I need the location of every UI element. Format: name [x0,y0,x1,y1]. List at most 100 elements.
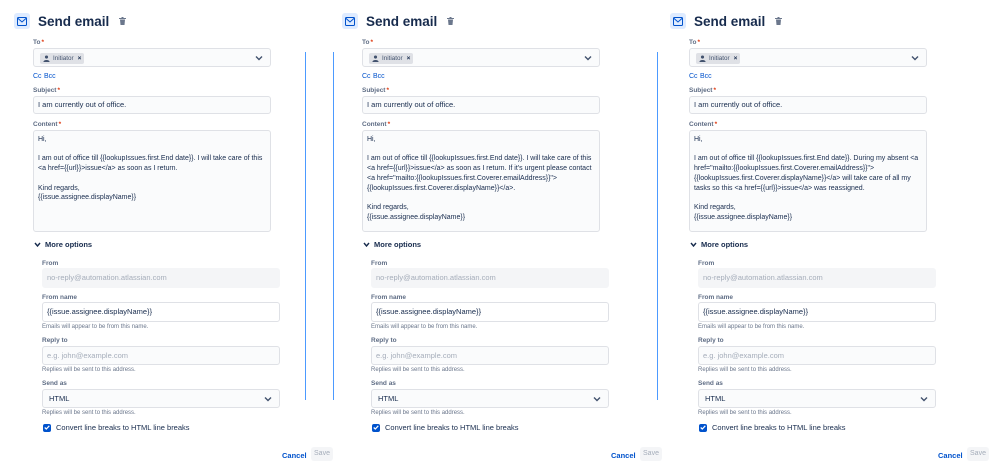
send-as-select[interactable]: HTML [698,389,936,408]
subject-label: Subject* [689,87,717,94]
from-input: no-reply@automation.atlassian.com [42,268,280,288]
panel-title: Send email [38,13,110,29]
person-icon [43,55,50,62]
from-label: From [698,260,715,267]
remove-chip-icon[interactable]: × [407,55,411,62]
cc-link[interactable]: Cc [689,73,698,80]
cc-link[interactable]: Cc [362,73,371,80]
remove-chip-icon[interactable]: × [78,55,82,62]
trash-icon[interactable] [773,16,783,27]
chevron-down-icon[interactable] [584,55,592,61]
send-as-select[interactable]: HTML [371,389,609,408]
panel-divider [333,52,334,400]
send-as-help: Replies will be sent to this address. [698,410,792,416]
more-options-toggle[interactable]: More options [363,240,421,249]
from-name-input[interactable]: {{issue.assignee.displayName}} [698,302,936,322]
remove-chip-icon[interactable]: × [734,55,738,62]
convert-line-breaks-label: Convert line breaks to HTML line breaks [56,423,190,432]
content-label: Content* [689,121,718,128]
from-name-help: Emails will appear to be from this name. [42,324,149,330]
content-textarea[interactable]: Hi, I am out of office till {{lookupIssu… [362,130,600,232]
to-label: To* [362,39,373,46]
email-action-icon [670,13,686,29]
from-name-label: From name [371,294,407,301]
from-name-input[interactable]: {{issue.assignee.displayName}} [371,302,609,322]
send-as-value: HTML [49,394,70,403]
bcc-link[interactable]: Bcc [44,73,56,80]
from-name-help: Emails will appear to be from this name. [371,324,478,330]
send-as-help: Replies will be sent to this address. [371,410,465,416]
send-email-panel-2: Send email To* Initiator × Cc Bcc Subjec… [328,0,662,476]
cancel-button[interactable]: Cancel [611,451,636,460]
to-select[interactable]: Initiator × [689,48,927,67]
subject-input[interactable]: I am currently out of office. [362,96,600,114]
checkmark-icon[interactable] [699,423,707,432]
reply-to-input[interactable]: e.g. john@example.com [698,346,936,365]
more-options-toggle[interactable]: More options [34,240,92,249]
from-label: From [371,260,388,267]
trash-icon[interactable] [117,16,127,27]
from-label: From [42,260,59,267]
reply-to-help: Replies will be sent to this address. [42,367,136,373]
reply-to-input[interactable]: e.g. john@example.com [42,346,280,365]
cc-link[interactable]: Cc [33,73,42,80]
send-as-help: Replies will be sent to this address. [42,410,136,416]
subject-input[interactable]: I am currently out of office. [689,96,927,114]
chevron-down-icon [264,396,272,401]
to-label: To* [689,39,700,46]
reply-to-label: Reply to [371,337,397,344]
to-select[interactable]: Initiator × [33,48,271,67]
trash-icon[interactable] [445,16,455,27]
subject-input[interactable]: I am currently out of office. [33,96,271,114]
convert-line-breaks-checkbox[interactable]: Convert line breaks to HTML line breaks [372,423,519,432]
cancel-button[interactable]: Cancel [938,451,963,460]
panel-header: Send email [342,10,455,32]
to-label: To* [33,39,44,46]
panel-header: Send email [670,10,783,32]
content-textarea[interactable]: Hi, I am out of office till {{lookupIssu… [689,130,927,232]
to-select[interactable]: Initiator × [362,48,600,67]
checkmark-icon[interactable] [372,423,380,432]
send-as-label: Send as [371,380,396,387]
recipient-chip-label: Initiator [53,55,74,62]
from-name-label: From name [42,294,78,301]
content-textarea[interactable]: Hi, I am out of office till {{lookupIssu… [33,130,271,232]
convert-line-breaks-checkbox[interactable]: Convert line breaks to HTML line breaks [699,423,846,432]
save-button[interactable]: Save [967,447,989,461]
caret-down-icon [690,242,697,247]
convert-line-breaks-label: Convert line breaks to HTML line breaks [385,423,519,432]
panel-header: Send email [14,10,127,32]
email-action-icon [14,13,30,29]
content-text: Hi, I am out of office till {{lookupIssu… [694,136,919,221]
subject-label: Subject* [33,87,61,94]
send-email-panel-3: Send email To* Initiator × Cc Bcc Subjec… [656,0,989,476]
recipient-chip: Initiator × [40,53,85,64]
more-options-label: More options [45,240,93,249]
from-input: no-reply@automation.atlassian.com [371,268,609,288]
from-name-help: Emails will appear to be from this name. [698,324,805,330]
send-as-select[interactable]: HTML [42,389,280,408]
checkmark-icon[interactable] [43,423,51,432]
content-label: Content* [362,121,391,128]
recipient-chip: Initiator × [696,53,741,64]
content-text: Hi, I am out of office till {{lookupIssu… [367,136,592,221]
send-as-value: HTML [705,394,726,403]
send-as-label: Send as [698,380,723,387]
chevron-down-icon[interactable] [255,55,263,61]
convert-line-breaks-checkbox[interactable]: Convert line breaks to HTML line breaks [43,423,190,432]
reply-to-input[interactable]: e.g. john@example.com [371,346,609,365]
person-icon [372,55,379,62]
person-icon [699,55,706,62]
bcc-link[interactable]: Bcc [700,73,712,80]
email-action-icon [342,13,358,29]
from-name-label: From name [698,294,734,301]
convert-line-breaks-label: Convert line breaks to HTML line breaks [712,423,846,432]
panel-divider [305,52,306,400]
more-options-toggle[interactable]: More options [690,240,748,249]
bcc-link[interactable]: Bcc [373,73,385,80]
cancel-button[interactable]: Cancel [282,451,307,460]
from-name-input[interactable]: {{issue.assignee.displayName}} [42,302,280,322]
send-as-label: Send as [42,380,67,387]
panel-title: Send email [694,13,766,29]
chevron-down-icon[interactable] [911,55,919,61]
